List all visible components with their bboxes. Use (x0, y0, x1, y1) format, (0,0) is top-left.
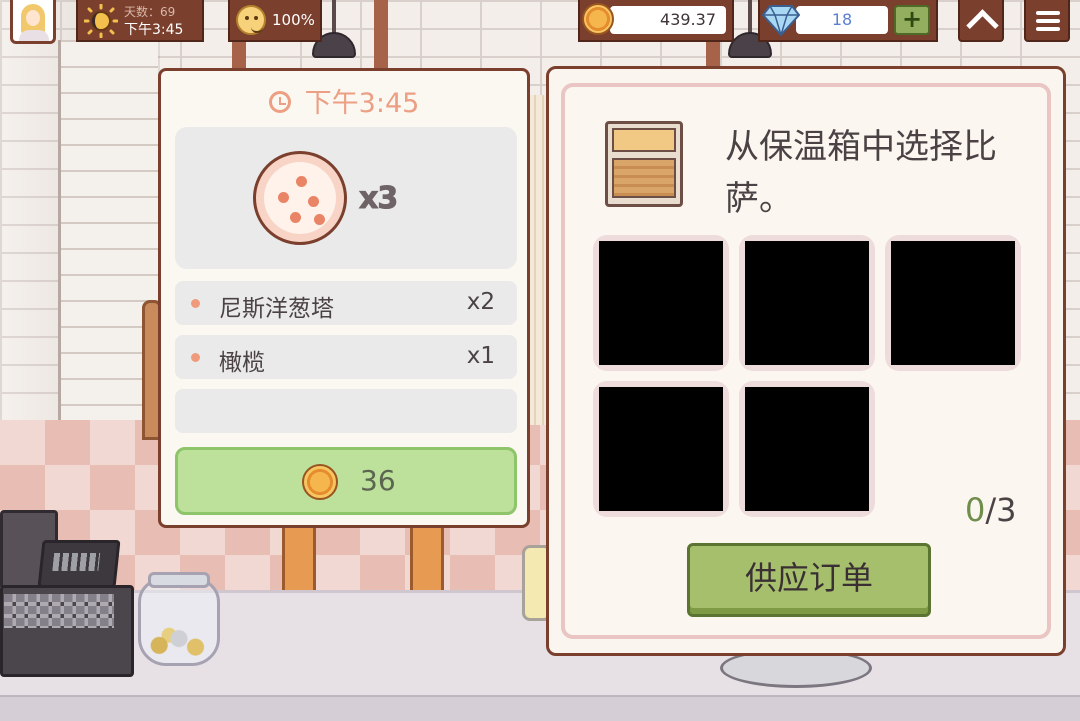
gem-balance: 18 (796, 6, 888, 34)
pizza-slot[interactable] (885, 235, 1021, 371)
chef-avatar-icon[interactable] (10, 0, 56, 44)
required-count: /3 (985, 491, 1017, 529)
selected-count: 0 (965, 491, 986, 529)
ceiling-beam (374, 0, 388, 70)
day-counter: 天数：69 (124, 5, 176, 19)
topping-name: 橄榄 (219, 350, 265, 376)
counter-edge (0, 695, 1080, 721)
clock-icon (268, 90, 291, 113)
coin-icon (582, 3, 614, 35)
mood-panel: 100% (228, 0, 322, 42)
sun-moon-icon (84, 4, 118, 38)
buy-gems-button[interactable]: + (894, 5, 930, 35)
warmer-instruction: 从保温箱中选择比萨。 (725, 127, 997, 219)
easel-leg (282, 520, 316, 595)
cash-register-keys (4, 594, 114, 628)
topping-name: 尼斯洋葱塔 (219, 296, 334, 322)
topping-row: 橄榄 x1 (175, 335, 517, 379)
tip-jar-coins (146, 625, 212, 659)
warmer-selection-inner: 从保温箱中选择比萨。 0/3 供应订单 (561, 83, 1051, 639)
pizza-slot[interactable] (593, 235, 729, 371)
warmer-selection-panel: 从保温箱中选择比萨。 0/3 供应订单 (546, 66, 1066, 656)
order-reward: 36 (175, 447, 517, 515)
easel-leg (410, 520, 444, 595)
diamond-icon (762, 5, 800, 36)
topping-quantity: x2 (466, 289, 495, 315)
hamburger-menu-icon[interactable] (1024, 0, 1070, 42)
pizza-order-panel: x3 (175, 127, 517, 269)
pizza-warmer-icon (605, 121, 683, 207)
coin-balance: 439.37 (610, 6, 726, 34)
bullet-dot (191, 353, 200, 362)
coin-icon (302, 464, 338, 500)
clock-time: 下午3:45 (124, 22, 184, 38)
pizza-slot[interactable] (739, 381, 875, 517)
topping-quantity: x1 (466, 343, 495, 369)
order-ticket: 下午3:45 x3 尼斯洋葱塔 x2 橄榄 x1 36 (158, 68, 530, 528)
order-time: 下午3:45 (161, 81, 527, 120)
day-time-panel: 天数：69 下午3:45 (76, 0, 204, 42)
tip-jar-lid (148, 572, 210, 588)
pizza-slot[interactable] (593, 381, 729, 517)
pizza-icon (253, 151, 347, 245)
smiley-face-icon (236, 5, 266, 35)
bullet-dot (191, 299, 200, 308)
pizza-quantity: x3 (358, 181, 398, 217)
cash-register-screen (37, 540, 121, 588)
serve-order-button[interactable]: 供应订单 (687, 543, 931, 617)
chevron-up-icon[interactable] (958, 0, 1004, 42)
reward-amount: 36 (360, 464, 396, 497)
coin-panel: 439.37 (578, 0, 734, 42)
order-time-text: 下午3:45 (304, 88, 420, 119)
selection-counter: 0/3 (965, 491, 1017, 529)
mood-percentage: 100% (272, 11, 315, 29)
gem-panel: 18 + (758, 0, 938, 42)
empty-topping-row (175, 389, 517, 433)
topping-row: 尼斯洋葱塔 x2 (175, 281, 517, 325)
pizza-slot[interactable] (739, 235, 875, 371)
